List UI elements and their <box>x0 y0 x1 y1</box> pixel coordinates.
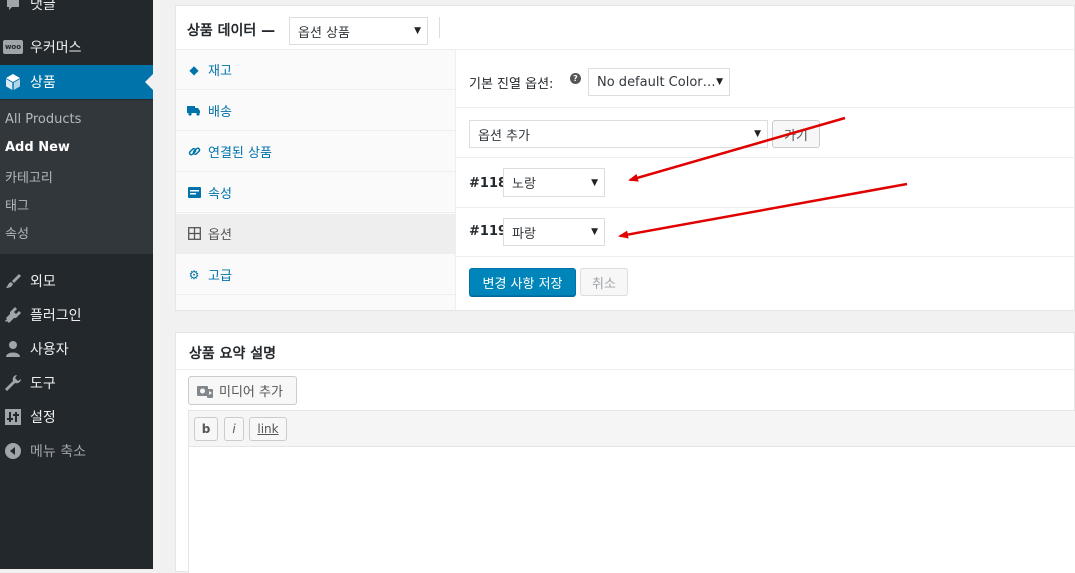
header-divider <box>439 17 440 38</box>
tab-advanced[interactable]: ⚙ 고급 <box>176 255 455 295</box>
quicktags-toolbar: b i link <box>188 410 1075 447</box>
variation-id: #119 <box>469 224 508 239</box>
add-variation-select[interactable]: 옵션 추가 ▼ <box>469 120 768 148</box>
submenu-add-new[interactable]: Add New <box>5 140 70 155</box>
gear-icon: ⚙ <box>188 267 200 282</box>
submenu-all-products[interactable]: All Products <box>5 112 81 127</box>
chevron-down-icon: ▼ <box>591 227 598 237</box>
menu-item-appearance[interactable]: 외모 <box>0 264 153 298</box>
product-data-header: 상품 데이터 — 옵션 상품 ▼ <box>176 6 1074 50</box>
submenu-tags[interactable]: 태그 <box>5 195 29 214</box>
tab-inventory[interactable]: ◆ 재고 <box>176 50 455 90</box>
divider <box>176 369 1074 370</box>
short-description-box: 상품 요약 설명 미디어 추가 b i link <box>175 332 1075 573</box>
menu-item-products[interactable]: 상품 <box>0 65 153 99</box>
truck-icon <box>187 105 201 116</box>
default-form-label: 기본 진열 옵션: <box>469 77 554 92</box>
tab-label: 옵션 <box>208 228 232 243</box>
grid-icon <box>187 227 201 240</box>
comment-icon <box>3 0 23 14</box>
plugin-icon <box>3 305 23 325</box>
chevron-down-icon: ▼ <box>591 177 598 188</box>
menu-label: 메뉴 축소 <box>30 444 86 460</box>
menu-label: 사용자 <box>30 342 69 358</box>
divider <box>456 256 1075 257</box>
cancel-button[interactable]: 취소 <box>580 268 628 296</box>
divider <box>456 107 1075 108</box>
add-variation-value: 옵션 추가 <box>478 128 530 144</box>
menu-label: 도구 <box>30 376 56 392</box>
tag-diamond-icon: ◆ <box>189 62 199 77</box>
variation-color-value: 파랑 <box>512 226 536 242</box>
chevron-down-icon: ▼ <box>716 77 723 87</box>
menu-item-woocommerce[interactable]: woo 우커머스 <box>0 30 153 64</box>
add-media-label: 미디어 추가 <box>219 385 283 400</box>
menu-collapse[interactable]: 메뉴 축소 <box>0 434 153 468</box>
variation-118-color-select[interactable]: 노랑 ▼ <box>503 168 605 197</box>
menu-item-plugins[interactable]: 플러그인 <box>0 298 153 332</box>
link-button[interactable]: link <box>249 417 287 441</box>
submenu-attributes[interactable]: 속성 <box>5 223 29 242</box>
menu-item-comments[interactable]: 댓글 <box>0 0 153 21</box>
media-camera-icon <box>197 384 213 398</box>
menu-item-tools[interactable]: 도구 <box>0 366 153 400</box>
menu-label: 우커머스 <box>30 40 82 56</box>
help-tip-icon[interactable]: ? <box>570 73 581 84</box>
default-color-select[interactable]: No default Color… ▼ <box>588 68 730 96</box>
tab-label: 연결된 상품 <box>208 146 272 161</box>
menu-item-users[interactable]: 사용자 <box>0 332 153 366</box>
product-box-icon <box>3 72 23 92</box>
settings-sliders-icon <box>3 407 23 427</box>
collapse-arrow-icon <box>3 441 23 461</box>
product-data-title: 상품 데이터 — <box>187 23 276 39</box>
divider <box>456 157 1075 158</box>
menu-item-settings[interactable]: 설정 <box>0 400 153 434</box>
variation-color-value: 노랑 <box>512 177 536 192</box>
variation-id: #118 <box>469 176 508 191</box>
save-changes-button[interactable]: 변경 사항 저장 <box>469 268 576 296</box>
submenu-categories[interactable]: 카테고리 <box>5 167 53 186</box>
divider <box>456 207 1075 208</box>
product-data-box: 상품 데이터 — 옵션 상품 ▼ ◆ 재고 배송 연결된 상품 속성 옵션 ⚙ … <box>175 5 1075 311</box>
woocommerce-icon: woo <box>3 37 23 57</box>
chevron-down-icon: ▼ <box>414 26 421 36</box>
tab-label: 고급 <box>208 269 232 284</box>
short-description-textarea[interactable] <box>188 447 1075 573</box>
list-card-icon <box>187 187 201 198</box>
paintbrush-icon <box>3 271 23 291</box>
tab-attributes[interactable]: 속성 <box>176 173 455 213</box>
short-description-title: 상품 요약 설명 <box>189 346 277 362</box>
product-data-tabs: ◆ 재고 배송 연결된 상품 속성 옵션 ⚙ 고급 <box>176 50 456 310</box>
go-button[interactable]: 가기 <box>772 120 820 148</box>
link-icon <box>187 145 201 158</box>
menu-label: 플러그인 <box>30 308 82 324</box>
default-color-value: No default Color… <box>597 74 716 90</box>
tab-label: 속성 <box>208 187 232 202</box>
menu-label: 설정 <box>30 410 56 426</box>
admin-sidebar: 댓글 woo 우커머스 상품 All Products Add New 카테고리… <box>0 0 153 569</box>
products-submenu: All Products Add New 카테고리 태그 속성 <box>0 100 153 254</box>
tab-shipping[interactable]: 배송 <box>176 91 455 131</box>
tab-label: 배송 <box>208 105 232 120</box>
tab-variations[interactable]: 옵션 <box>176 214 455 254</box>
chevron-down-icon: ▼ <box>754 129 761 139</box>
user-icon <box>3 339 23 359</box>
add-media-button[interactable]: 미디어 추가 <box>188 376 297 405</box>
menu-label: 상품 <box>30 75 56 91</box>
menu-label: 댓글 <box>30 0 56 13</box>
tab-label: 재고 <box>208 64 232 79</box>
product-type-value: 옵션 상품 <box>298 25 350 41</box>
product-type-select[interactable]: 옵션 상품 ▼ <box>289 17 428 45</box>
wrench-icon <box>3 373 23 393</box>
bold-button[interactable]: b <box>194 417 218 441</box>
menu-label: 외모 <box>30 274 56 290</box>
variation-119-color-select[interactable]: 파랑 ▼ <box>503 218 605 246</box>
italic-button[interactable]: i <box>224 417 244 441</box>
tab-linked-products[interactable]: 연결된 상품 <box>176 132 455 172</box>
